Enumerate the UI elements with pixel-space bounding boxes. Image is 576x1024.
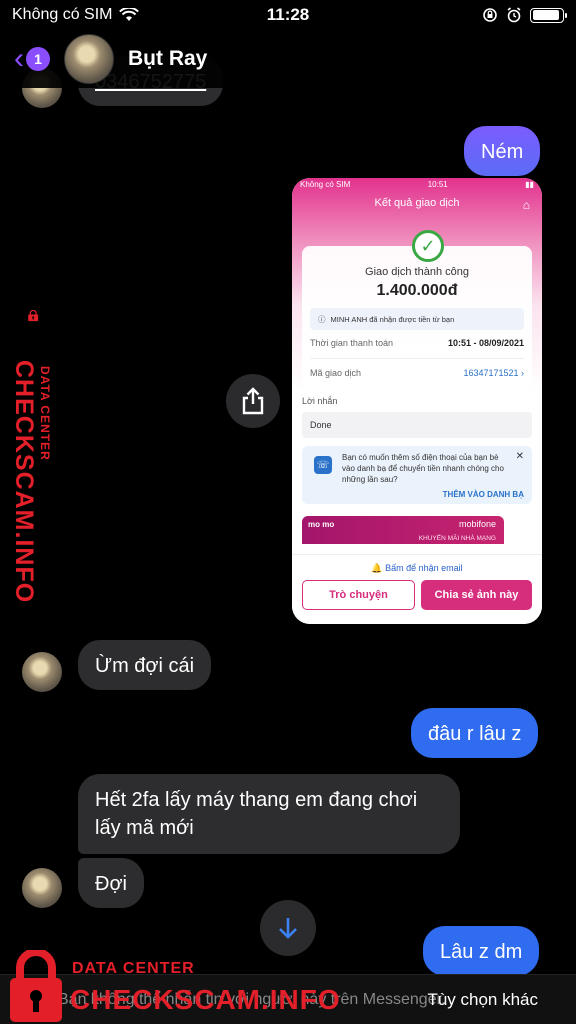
note-text: MINH ANH đã nhận được tiền từ bạn [330, 314, 455, 324]
checkmark-icon: ✓ [412, 230, 444, 262]
message-bubble-outgoing[interactable]: Ném [464, 126, 541, 176]
contact-avatar[interactable] [64, 34, 114, 84]
close-icon: ✕ [515, 451, 524, 462]
watermark-vertical-sub: DATA CENTER [38, 366, 52, 461]
add-contact-link: THÊM VÀO DANH BẠ [442, 490, 524, 499]
sender-avatar[interactable] [22, 652, 62, 692]
promo-banner: mo mo mobifone KHUYẾN MÃI NHÀ MẠNG [302, 516, 504, 544]
share-button[interactable] [226, 374, 280, 428]
message-bubble-outgoing[interactable]: đâu r lâu z [411, 708, 539, 758]
message-text: Ném [481, 141, 524, 163]
message-bubble-incoming[interactable]: Ừm đợi cái [78, 640, 212, 690]
transaction-card: ✓ Giao dịch thành công 1.400.000đ ⓘ MINH… [302, 230, 532, 388]
scroll-to-bottom-button[interactable] [260, 900, 316, 956]
chevron-left-icon: ‹ [14, 42, 24, 75]
message-bubble-incoming[interactable]: Đợi [78, 858, 145, 908]
message-value: Done [302, 412, 532, 438]
message-bubble-outgoing[interactable]: Lâu z dm [423, 926, 540, 976]
screenshot-carrier: Không có SIM [300, 180, 351, 189]
unread-badge: 1 [26, 47, 50, 71]
time-label: Thời gian thanh toán [310, 338, 393, 348]
arrow-down-icon [279, 918, 297, 939]
sender-avatar[interactable] [22, 868, 62, 908]
message-text: Đợi [95, 873, 128, 895]
contact-name[interactable]: Bụt Ray [128, 47, 207, 71]
payment-time-row: Thời gian thanh toán 10:51 - 08/09/2021 [310, 338, 524, 348]
mobifone-logo: mobifone [458, 519, 496, 529]
screenshot-title: Kết quả giao dịch [374, 197, 460, 209]
screenshot-time: 10:51 [427, 180, 448, 189]
message-label: Lời nhắn [302, 396, 338, 406]
watermark-main: CHECKSCAM.INFO [70, 984, 341, 1015]
message-bubble-incoming[interactable]: Hết 2fa lấy máy thang em đang chơi lấy m… [78, 774, 460, 854]
phone-book-icon: ☏ [314, 456, 332, 474]
message-text: Hết 2fa lấy máy thang em đang chơi lấy m… [95, 789, 418, 839]
promo-text: KHUYẾN MÃI NHÀ MẠNG [418, 535, 496, 542]
status-bar: Không có SIM 11:28 [0, 0, 576, 30]
watermark-sub: DATA CENTER [72, 960, 195, 977]
share-icon [242, 387, 264, 415]
momo-logo: mo mo [308, 520, 335, 529]
chat-header: ‹ 1 Bụt Ray [0, 30, 576, 88]
email-link-text: Bấm để nhận email [385, 563, 463, 573]
code-value: 16347171521 [463, 368, 519, 378]
email-link: 🔔 Bấm để nhận email [371, 563, 463, 573]
back-button[interactable]: ‹ 1 [14, 44, 50, 74]
message-text: Ừm đợi cái [95, 655, 195, 677]
padlock-icon [10, 950, 62, 1022]
watermark-vertical: CHECKSCAM.INFO [10, 360, 38, 604]
code-label: Mã giao dịch [310, 368, 362, 378]
clock: 11:28 [266, 5, 310, 24]
chat-button: Trò chuyện [302, 580, 415, 610]
screenshot-image[interactable]: Không có SIM 10:51 ▮▮ Kết quả giao dịch … [292, 178, 542, 624]
info-icon: ⓘ [318, 314, 326, 324]
divider [310, 358, 524, 359]
screenshot-status-bar: Không có SIM 10:51 ▮▮ [300, 180, 534, 189]
transaction-status: Giao dịch thành công [365, 266, 469, 278]
message-text: đâu r lâu z [428, 723, 522, 745]
transaction-note: ⓘ MINH ANH đã nhận được tiền từ bạn [310, 308, 524, 330]
transaction-amount: 1.400.000đ [376, 282, 458, 299]
share-image-button: Chia sẻ ảnh này [421, 580, 532, 610]
message-text: Lâu z dm [440, 941, 523, 963]
battery-icon [530, 7, 567, 23]
transaction-code-row: Mã giao dịch 16347171521 › [310, 368, 524, 378]
contact-suggestion: ☏ Bạn có muốn thêm số điện thoại của bạn… [302, 446, 532, 504]
suggestion-text: Bạn có muốn thêm số điện thoại của bạn b… [342, 453, 504, 484]
home-icon: ⌂ [522, 198, 530, 212]
time-value: 10:51 - 08/09/2021 [447, 338, 524, 348]
more-options-button[interactable]: Tùy chọn khác [427, 990, 538, 1010]
